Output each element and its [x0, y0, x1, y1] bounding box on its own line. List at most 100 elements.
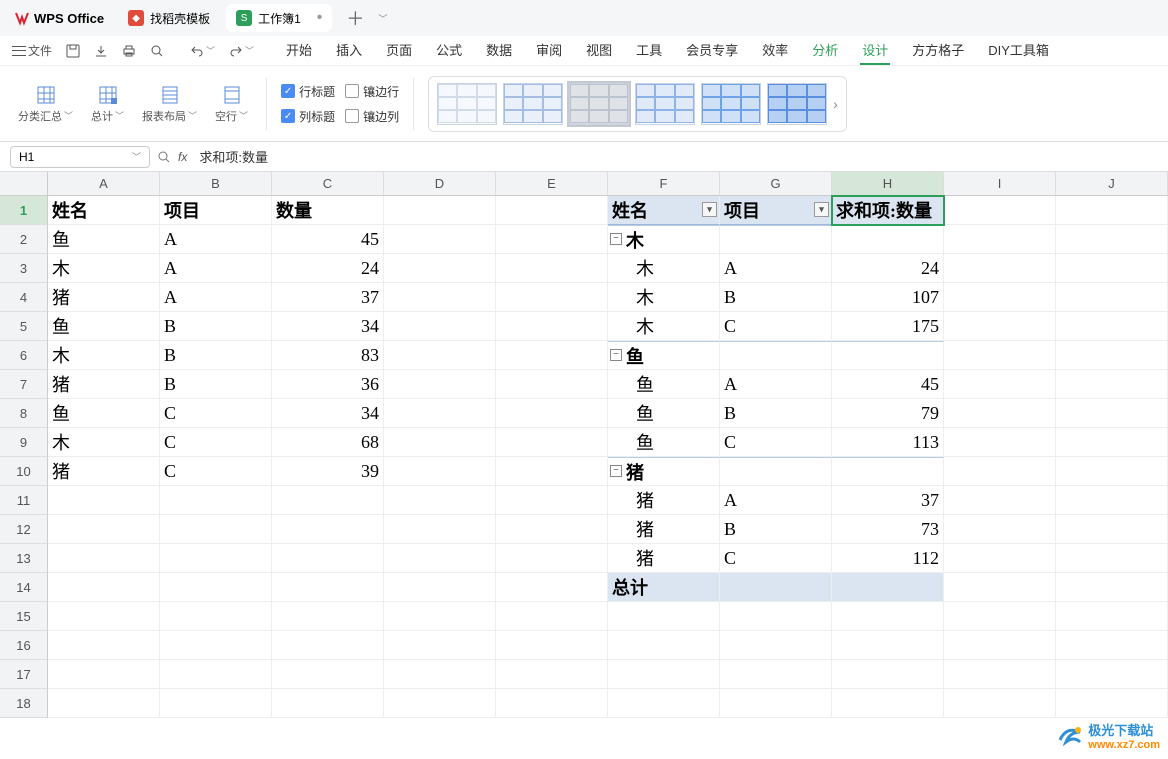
cell[interactable] [720, 225, 832, 254]
cell[interactable] [48, 689, 160, 718]
cell[interactable] [496, 283, 608, 312]
cell[interactable] [496, 689, 608, 718]
tab-start[interactable]: 开始 [284, 36, 314, 65]
cell[interactable] [272, 631, 384, 660]
cell[interactable] [48, 573, 160, 602]
cell[interactable] [384, 428, 496, 457]
zoom-icon[interactable] [156, 149, 172, 165]
cell[interactable]: 107 [832, 283, 944, 312]
row-header[interactable]: 5 [0, 312, 48, 341]
cell[interactable] [832, 341, 944, 370]
cell[interactable] [160, 689, 272, 718]
cell[interactable]: A [720, 486, 832, 515]
cell[interactable]: 113 [832, 428, 944, 457]
cell[interactable] [384, 399, 496, 428]
cell[interactable] [608, 660, 720, 689]
cell[interactable]: B [160, 341, 272, 370]
filter-dropdown-icon[interactable]: ▾ [702, 202, 717, 217]
cell[interactable] [496, 399, 608, 428]
style-swatch[interactable] [701, 83, 761, 125]
cell[interactable] [272, 602, 384, 631]
row-header[interactable]: 13 [0, 544, 48, 573]
cell[interactable] [48, 660, 160, 689]
cell[interactable]: 37 [272, 283, 384, 312]
cell[interactable]: B [720, 283, 832, 312]
cell[interactable]: 37 [832, 486, 944, 515]
cell[interactable] [832, 631, 944, 660]
column-header[interactable]: I [944, 172, 1056, 196]
cell[interactable]: B [160, 312, 272, 341]
cell[interactable] [48, 486, 160, 515]
cell[interactable]: 猪 [608, 515, 720, 544]
cell[interactable] [48, 602, 160, 631]
cell[interactable]: 猪 [48, 283, 160, 312]
row-headers-checkbox[interactable]: ✓行标题 [281, 83, 335, 100]
cell[interactable] [384, 573, 496, 602]
cell[interactable] [384, 544, 496, 573]
tab-design[interactable]: 设计 [860, 36, 890, 65]
cell[interactable]: 总计 [608, 573, 720, 602]
cell[interactable] [272, 544, 384, 573]
column-header[interactable]: C [272, 172, 384, 196]
cell[interactable] [720, 457, 832, 486]
row-header[interactable]: 4 [0, 283, 48, 312]
cell[interactable]: 项目▾ [720, 196, 832, 225]
cell[interactable]: 24 [832, 254, 944, 283]
cell[interactable] [608, 602, 720, 631]
cell[interactable]: 73 [832, 515, 944, 544]
cell[interactable] [496, 457, 608, 486]
cell[interactable] [496, 370, 608, 399]
cell[interactable] [944, 457, 1056, 486]
collapse-icon[interactable]: − [610, 465, 622, 477]
cell[interactable] [1056, 370, 1168, 399]
cell[interactable] [384, 631, 496, 660]
redo-icon[interactable]: ﹀ [225, 42, 258, 60]
save-icon[interactable] [62, 42, 84, 60]
cell[interactable] [944, 631, 1056, 660]
cell[interactable]: −木 [608, 225, 720, 254]
cell[interactable]: 24 [272, 254, 384, 283]
cell[interactable]: 木 [608, 254, 720, 283]
tab-member[interactable]: 会员专享 [684, 36, 740, 65]
cell[interactable] [384, 689, 496, 718]
cell[interactable] [720, 660, 832, 689]
cell[interactable] [1056, 486, 1168, 515]
tab-tools[interactable]: 工具 [634, 36, 664, 65]
cell[interactable] [944, 486, 1056, 515]
col-headers-checkbox[interactable]: ✓列标题 [281, 108, 335, 125]
cell[interactable] [832, 602, 944, 631]
cell[interactable] [944, 515, 1056, 544]
cell[interactable] [720, 573, 832, 602]
cell[interactable] [160, 631, 272, 660]
name-box[interactable]: H1 ﹀ [10, 146, 150, 168]
cell[interactable] [496, 515, 608, 544]
cell[interactable] [720, 341, 832, 370]
column-header[interactable]: B [160, 172, 272, 196]
tab-analyze[interactable]: 分析 [810, 36, 840, 65]
cell[interactable] [832, 573, 944, 602]
cell[interactable]: 鱼 [608, 428, 720, 457]
cell[interactable]: 45 [832, 370, 944, 399]
add-tab-button[interactable]: ＋ [338, 5, 372, 31]
cell[interactable] [1056, 573, 1168, 602]
tab-diy[interactable]: DIY工具箱 [986, 36, 1051, 65]
cell[interactable] [832, 660, 944, 689]
cell[interactable] [720, 689, 832, 718]
cell[interactable] [160, 660, 272, 689]
cell[interactable] [496, 196, 608, 225]
cell[interactable] [720, 631, 832, 660]
style-swatch[interactable] [503, 83, 563, 125]
column-header[interactable]: E [496, 172, 608, 196]
cell[interactable] [496, 573, 608, 602]
cell[interactable] [944, 254, 1056, 283]
cell[interactable] [832, 457, 944, 486]
cell[interactable]: 鱼 [48, 312, 160, 341]
cell[interactable] [496, 486, 608, 515]
cell[interactable] [1056, 544, 1168, 573]
cell[interactable]: 数量 [272, 196, 384, 225]
cell[interactable]: B [720, 515, 832, 544]
cell[interactable] [496, 312, 608, 341]
cell[interactable] [944, 428, 1056, 457]
cell[interactable] [496, 254, 608, 283]
cell[interactable] [272, 573, 384, 602]
